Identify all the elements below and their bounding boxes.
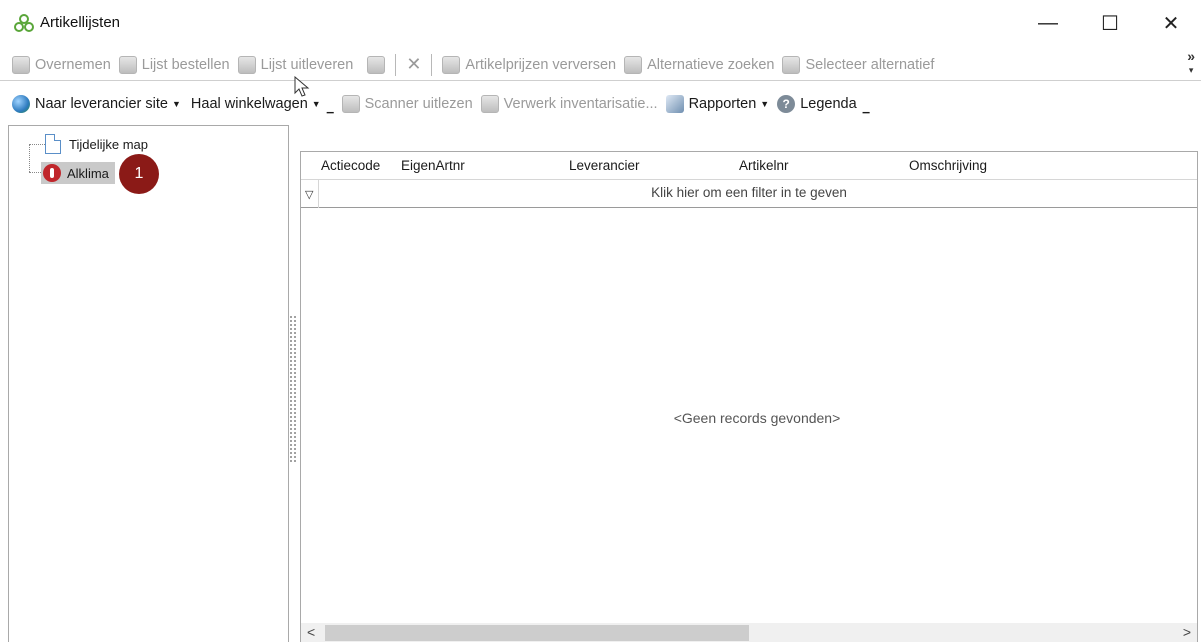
tree-connector (29, 144, 30, 172)
search-alternative-label: Alternatieve zoeken (647, 56, 775, 73)
read-scanner-button[interactable]: Scanner uitlezen (338, 90, 477, 118)
supplier-site-label: Naar leverancier site (35, 96, 168, 112)
horizontal-scrollbar[interactable]: < > (301, 623, 1197, 642)
tree-item-alklima[interactable]: Alklima (41, 162, 115, 184)
search-alternative-icon (624, 55, 643, 74)
maximize-button[interactable]: ☐ (1080, 0, 1140, 46)
scroll-right-icon[interactable]: > (1183, 624, 1191, 640)
take-over-icon (12, 55, 30, 74)
tree-connector (29, 172, 41, 173)
supplier-site-button[interactable]: Naar leverancier site ▼ (8, 90, 185, 118)
reports-label: Rapporten (688, 96, 757, 112)
order-list-button[interactable]: Lijst bestellen (115, 51, 234, 79)
get-cart-label: Haal winkelwagen (190, 96, 308, 112)
column-header[interactable]: Artikelnr (739, 158, 789, 173)
title-bar: Artikellijsten — ☐ ✕ (0, 0, 1201, 46)
globe-icon (12, 95, 30, 113)
overflow-caret-icon: ▾ (1188, 65, 1194, 75)
read-scanner-label: Scanner uitlezen (364, 96, 473, 112)
chevron-down-icon: ▼ (760, 99, 770, 109)
legend-label: Legenda (800, 96, 857, 112)
selected-tree-item: Alklima (41, 162, 115, 184)
column-header[interactable]: Omschrijving (909, 158, 987, 173)
chevron-down-icon: ▼ (171, 99, 181, 109)
chevron-down-icon: ▼ (311, 99, 321, 109)
search-alternative-button[interactable]: Alternatieve zoeken (620, 51, 778, 79)
refresh-prices-label: Artikelprijzen verversen (465, 56, 617, 73)
tree-item-label: Tijdelijke map (69, 136, 148, 152)
select-alternative-button[interactable]: Selecteer alternatief (778, 51, 938, 79)
overflow-chevron-icon: » (1187, 48, 1195, 64)
close-button[interactable]: ✕ (1141, 0, 1201, 46)
step-badge: 1 (119, 154, 159, 194)
tree-item-temp-folder[interactable]: Tijdelijke map (45, 134, 148, 154)
deliver-list-button[interactable]: Lijst uitleveren (234, 51, 358, 79)
refresh-prices-button[interactable]: Artikelprijzen verversen (438, 51, 620, 79)
minimize-button[interactable]: — (1018, 0, 1078, 46)
deliver-list-icon (237, 55, 256, 74)
reports-button[interactable]: Rapporten ▼ (662, 90, 774, 118)
document-icon (367, 55, 386, 74)
panel-splitter[interactable] (289, 315, 297, 463)
order-list-icon (118, 55, 137, 74)
process-inventory-button[interactable]: Verwerk inventarisatie... (477, 90, 662, 118)
toolbar-more-icon[interactable]: ▁ (863, 103, 870, 114)
toolbar-overflow-button[interactable]: » ▾ (1187, 49, 1195, 77)
column-header[interactable]: EigenArtnr (401, 158, 465, 173)
take-over-label: Overnemen (35, 56, 111, 73)
scrollbar-thumb[interactable] (325, 625, 749, 641)
document-icon (45, 134, 61, 154)
window-title: Artikellijsten (40, 14, 121, 31)
grid-header: Actiecode EigenArtnr Leverancier Artikel… (301, 152, 1197, 180)
empty-records-message: <Geen records gevonden> (673, 410, 841, 426)
tree-item-label: Alklima (67, 165, 109, 181)
take-over-button[interactable]: Overnemen (8, 51, 115, 79)
toolbar-separator (431, 53, 433, 76)
process-inventory-label: Verwerk inventarisatie... (503, 96, 658, 112)
delete-icon[interactable]: ✕ (402, 54, 425, 75)
action-toolbar: Overnemen Lijst bestellen Lijst uitlever… (0, 49, 1201, 81)
select-alternative-label: Selecteer alternatief (805, 56, 935, 73)
inventory-icon (480, 95, 499, 113)
secondary-toolbar: Naar leverancier site ▼ Haal winkelwagen… (0, 88, 1201, 120)
tree-connector (29, 144, 45, 145)
document-button[interactable] (363, 51, 389, 79)
folder-tree-panel: Tijdelijke map Alklima (8, 125, 289, 642)
column-header[interactable]: Leverancier (569, 158, 640, 173)
scroll-left-icon[interactable]: < (307, 624, 315, 640)
toolbar-separator (395, 53, 397, 76)
filter-row[interactable]: ▽ Klik hier om een filter in te geven (301, 180, 1197, 208)
app-logo-icon (14, 14, 34, 32)
supplier-logo-icon (43, 164, 61, 182)
reports-icon (665, 95, 684, 113)
deliver-list-label: Lijst uitleveren (260, 56, 354, 73)
scanner-icon (341, 95, 360, 113)
toolbar-more-icon[interactable]: ▁ (327, 103, 334, 114)
select-alternative-icon (782, 55, 801, 74)
order-list-label: Lijst bestellen (141, 56, 230, 73)
mouse-cursor-icon (294, 76, 310, 97)
column-header[interactable]: Actiecode (321, 158, 380, 173)
refresh-prices-icon (442, 55, 461, 74)
records-grid: Actiecode EigenArtnr Leverancier Artikel… (300, 151, 1198, 642)
legend-button[interactable]: ? Legenda (773, 90, 860, 118)
filter-hint: Klik hier om een filter in te geven (651, 185, 847, 200)
help-icon: ? (777, 95, 796, 113)
